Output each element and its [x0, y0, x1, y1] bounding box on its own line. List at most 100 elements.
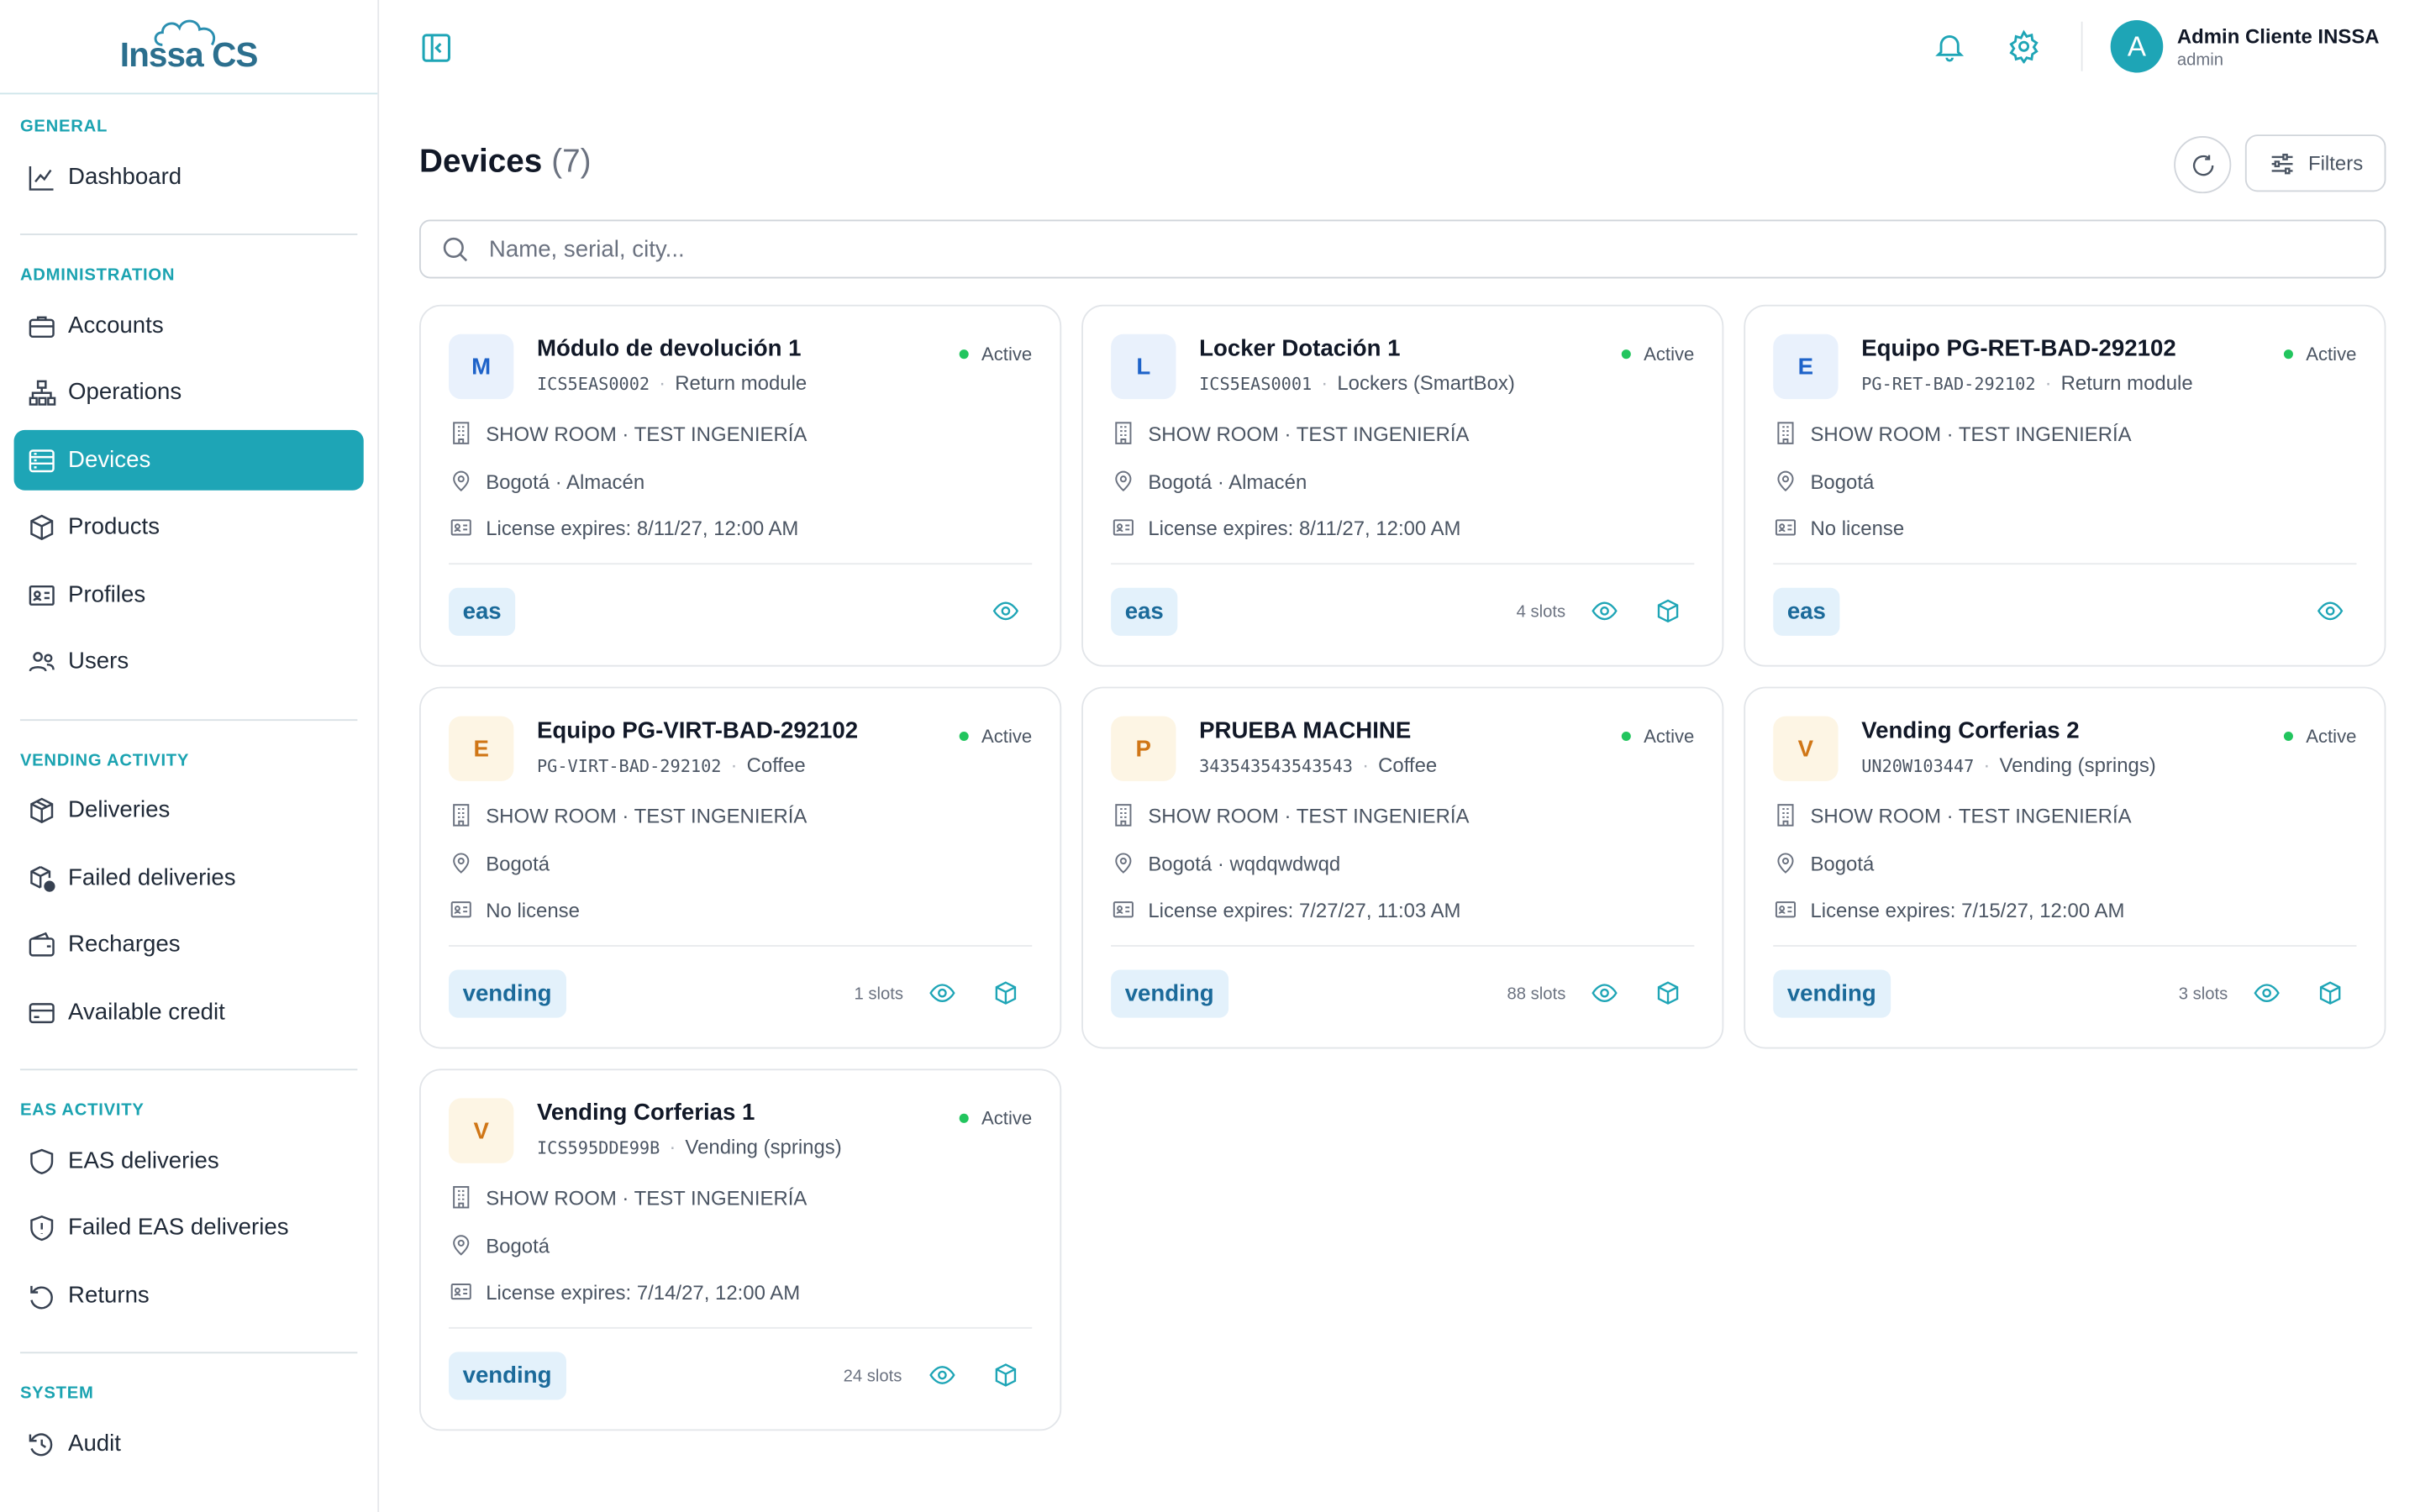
map-pin-icon — [1115, 853, 1132, 874]
sidebar-item-products[interactable]: Products — [14, 496, 364, 557]
slots-count: 1 slots — [854, 984, 904, 1005]
device-initial-badge: P — [1111, 716, 1176, 781]
avatar[interactable]: A — [2110, 19, 2164, 73]
slots-button[interactable] — [989, 976, 1023, 1011]
device-org: SHOW ROOM · TEST INGENIERÍA — [486, 421, 808, 445]
sidebar-item-devices[interactable]: Devices — [13, 429, 364, 491]
sidebar-item-recharges[interactable]: Recharges — [14, 914, 364, 974]
view-button[interactable] — [925, 976, 960, 1011]
license-card-icon — [450, 1283, 471, 1300]
status-badge: Active — [960, 726, 1032, 747]
device-card[interactable]: M Módulo de devolución 1 ICS5EAS0002 · Ret… — [419, 304, 1062, 667]
cube-icon — [1657, 599, 1679, 623]
device-name[interactable]: Vending Corferias 2 — [1861, 717, 2079, 743]
device-org: SHOW ROOM · TEST INGENIERÍA — [486, 1185, 808, 1210]
gear-icon[interactable] — [2007, 29, 2041, 64]
device-license: License expires: 8/11/27, 12:00 AM — [1148, 516, 1461, 539]
sidebar-toggle-icon[interactable] — [419, 31, 454, 66]
sidebar-item-users[interactable]: Users — [14, 631, 364, 691]
sidebar-item-available-credit[interactable]: Available credit — [14, 982, 364, 1042]
device-initial-badge: M — [449, 333, 514, 400]
package-icon — [30, 796, 54, 823]
view-button[interactable] — [2249, 976, 2284, 1011]
bell-icon[interactable] — [1933, 29, 1967, 64]
device-license: License expires: 7/15/27, 12:00 AM — [1810, 897, 2125, 921]
view-button[interactable] — [1587, 976, 1622, 1011]
device-org-row: SHOW ROOM · TEST INGENIERÍA — [1111, 421, 1469, 445]
shield-alert-icon — [30, 1215, 54, 1241]
status-badge: Active — [1622, 344, 1694, 365]
sidebar-item-dashboard[interactable]: Dashboard — [14, 147, 364, 207]
sidebar-item-label: Deliveries — [68, 796, 171, 823]
cloud-logo-icon — [154, 19, 216, 46]
eye-icon — [929, 984, 955, 1003]
device-name[interactable]: Locker Dotación 1 — [1199, 336, 1400, 362]
device-card[interactable]: V Vending Corferias 2 UN20W103447 · Vendin… — [1744, 686, 2386, 1049]
sidebar-item-label: Audit — [68, 1431, 122, 1457]
slots-button[interactable] — [2313, 976, 2348, 1011]
sliders-icon — [2271, 153, 2293, 174]
chart-line-icon — [29, 165, 54, 190]
device-serial: PG-VIRT-BAD-292102 — [536, 756, 722, 777]
device-org: SHOW ROOM · TEST INGENIERÍA — [1148, 803, 1470, 827]
hierarchy-icon — [29, 379, 56, 405]
building-icon — [1777, 804, 1794, 827]
sidebar-item-failed-eas-deliveries[interactable]: Failed EAS deliveries — [14, 1197, 364, 1257]
device-location-row: Bogotá · Almacén — [1111, 469, 1307, 493]
sidebar-item-failed-deliveries[interactable]: Failed deliveries — [14, 848, 364, 908]
device-name[interactable]: PRUEBA MACHINE — [1199, 717, 1411, 743]
user-name[interactable]: Admin Cliente INSSA — [2177, 24, 2380, 48]
device-card[interactable]: P PRUEBA MACHINE 343543543543543 · Coffee … — [1081, 686, 1724, 1049]
sidebar-item-eas-deliveries[interactable]: EAS deliveries — [14, 1131, 364, 1191]
cube-icon — [2319, 981, 2341, 1005]
refresh-button[interactable] — [2174, 136, 2232, 194]
device-location-row: Bogotá — [1773, 469, 1874, 493]
license-card-icon — [1775, 519, 1797, 536]
logo[interactable]: Inssa CS — [0, 0, 378, 95]
status-dot-icon — [960, 349, 970, 360]
sidebar-item-operations[interactable]: Operations — [14, 362, 364, 423]
package-alert-icon — [30, 865, 55, 891]
device-serial: PG-RET-BAD-292102 — [1861, 374, 2036, 395]
device-subtitle: 343543543543543 · Coffee — [1199, 753, 1438, 777]
sidebar-item-accounts[interactable]: Accounts — [14, 296, 364, 356]
device-card[interactable]: E Equipo PG-VIRT-BAD-292102 PG-VIRT-BAD-… — [419, 686, 1062, 1049]
sidebar-item-returns[interactable]: Returns — [14, 1265, 364, 1326]
view-button[interactable] — [989, 594, 1023, 628]
sidebar-item-profiles[interactable]: Profiles — [14, 564, 364, 625]
building-icon — [453, 1185, 470, 1209]
search-bar[interactable] — [419, 219, 2386, 279]
license-card-icon — [450, 519, 471, 536]
view-button[interactable] — [925, 1358, 960, 1393]
device-card[interactable]: V Vending Corferias 1 ICS595DDE99B · Vendi… — [419, 1068, 1062, 1431]
search-input[interactable] — [488, 235, 2346, 263]
section-title-system: SYSTEM — [19, 1384, 94, 1404]
device-card[interactable]: E Equipo PG-RET-BAD-292102 PG-RET-BAD-29… — [1744, 304, 2386, 667]
device-name[interactable]: Equipo PG-RET-BAD-292102 — [1861, 336, 2175, 362]
slots-button[interactable] — [1651, 594, 1686, 628]
slots-button[interactable] — [1651, 976, 1686, 1011]
status-badge: Active — [1622, 726, 1694, 747]
view-button[interactable] — [2313, 594, 2348, 628]
box-icon — [30, 513, 54, 540]
slots-button[interactable] — [989, 1358, 1023, 1393]
sidebar-item-audit[interactable]: Audit — [14, 1414, 364, 1474]
sidebar-item-deliveries[interactable]: Deliveries — [14, 780, 364, 840]
device-serial: ICS5EAS0002 — [536, 374, 650, 395]
page-title-text: Devices — [419, 144, 543, 180]
filters-button[interactable]: Filters — [2244, 134, 2386, 192]
sidebar-item-label: Available credit — [68, 999, 225, 1026]
device-name[interactable]: Módulo de devolución 1 — [537, 336, 802, 362]
device-tag: vending — [449, 969, 566, 1018]
view-button[interactable] — [1587, 594, 1622, 628]
status-dot-icon — [1622, 731, 1632, 742]
status-text: Active — [2306, 725, 2357, 748]
status-badge: Active — [2284, 344, 2356, 365]
device-name[interactable]: Equipo PG-VIRT-BAD-292102 — [537, 717, 858, 743]
status-dot-icon — [960, 731, 970, 742]
device-name[interactable]: Vending Corferias 1 — [537, 1100, 755, 1126]
device-count: (7) — [551, 144, 592, 180]
status-dot-icon — [2284, 349, 2294, 360]
slots-count: 3 slots — [2178, 984, 2228, 1005]
device-card[interactable]: L Locker Dotación 1 ICS5EAS0001 · Lockers … — [1081, 304, 1724, 667]
